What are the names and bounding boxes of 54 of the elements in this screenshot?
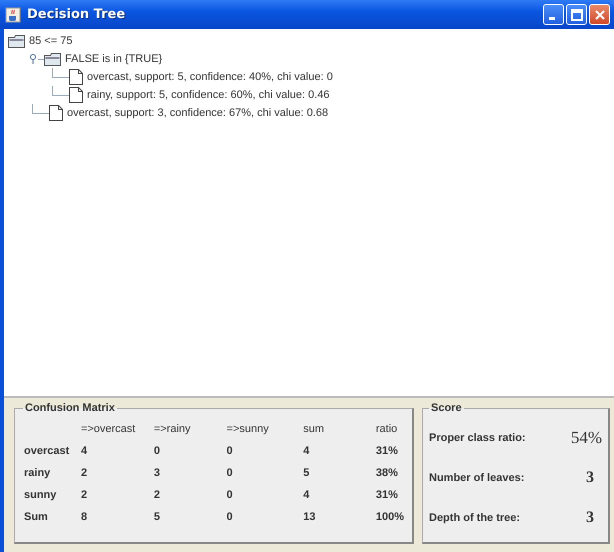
table-cell-text: 13 (302, 510, 317, 525)
row-header: rainy (23, 466, 52, 481)
table-cell-text: 31% (374, 488, 399, 503)
column-header: =>sunny (226, 422, 270, 437)
document-icon (49, 105, 63, 121)
table-cell-text: 5 (152, 510, 161, 525)
table-cell-text: 0 (226, 466, 234, 481)
score-value: 3 (586, 509, 594, 527)
table-cell-text: 3 (152, 466, 161, 481)
close-icon (594, 8, 606, 20)
tree-node-label[interactable]: overcast, support: 5, confidence: 40%, chi value: 0 (87, 71, 333, 83)
maximize-button[interactable] (566, 4, 587, 25)
column-header: ratio (374, 422, 398, 437)
table-cell-text: 0 (226, 488, 234, 503)
table-cell-text: 2 (80, 488, 88, 503)
table-cell-text: 2 (152, 488, 161, 503)
column-header: =>rainy (152, 422, 192, 437)
panel-title: Score (430, 402, 463, 414)
tree-node-label[interactable]: 85 <= 75 (29, 35, 72, 47)
close-button[interactable] (589, 4, 610, 25)
panel-title: Confusion Matrix (24, 402, 116, 414)
row-header: Sum (23, 510, 49, 525)
minimize-button[interactable] (543, 4, 564, 25)
table-cell-text: 4 (80, 444, 88, 459)
column-header: =>overcast (80, 422, 136, 437)
table-cell-text: 0 (226, 444, 234, 459)
table-cell-text: 5 (302, 466, 310, 481)
column-header: sum (302, 422, 326, 437)
score-label: Proper class ratio: (429, 432, 526, 444)
table-cell-text: 4 (302, 444, 310, 459)
score-value: 54% (570, 428, 602, 448)
row-header: sunny (23, 488, 58, 503)
table-cell-text: 4 (302, 488, 310, 503)
table-cell-text: 38% (374, 466, 399, 481)
tree-node-label[interactable]: rainy, support: 5, confidence: 60%, chi value: 0.46 (87, 89, 330, 101)
table-cell-text: 2 (80, 466, 88, 481)
table-cell-text: 0 (226, 510, 234, 525)
tree-node-label[interactable]: overcast, support: 3, confidence: 67%, chi value: 0.68 (67, 107, 328, 119)
document-icon (69, 87, 83, 103)
table-cell-text: 31% (374, 444, 399, 459)
minimize-icon (549, 16, 555, 20)
score-label: Number of leaves: (429, 472, 524, 484)
maximize-icon (570, 8, 582, 20)
document-icon (69, 69, 83, 85)
score-value: 3 (586, 469, 594, 487)
score-label: Depth of the tree: (429, 512, 520, 524)
tree-node-label[interactable]: FALSE is in {TRUE} (65, 53, 162, 65)
expand-handle-icon[interactable] (28, 53, 38, 65)
table-cell-text: 0 (152, 444, 161, 459)
table-cell-text: 100% (374, 510, 405, 525)
row-header: overcast (23, 444, 70, 459)
folder-icon (44, 52, 61, 66)
table-cell-text: 8 (80, 510, 88, 525)
window-title: Decision Tree (27, 7, 126, 22)
